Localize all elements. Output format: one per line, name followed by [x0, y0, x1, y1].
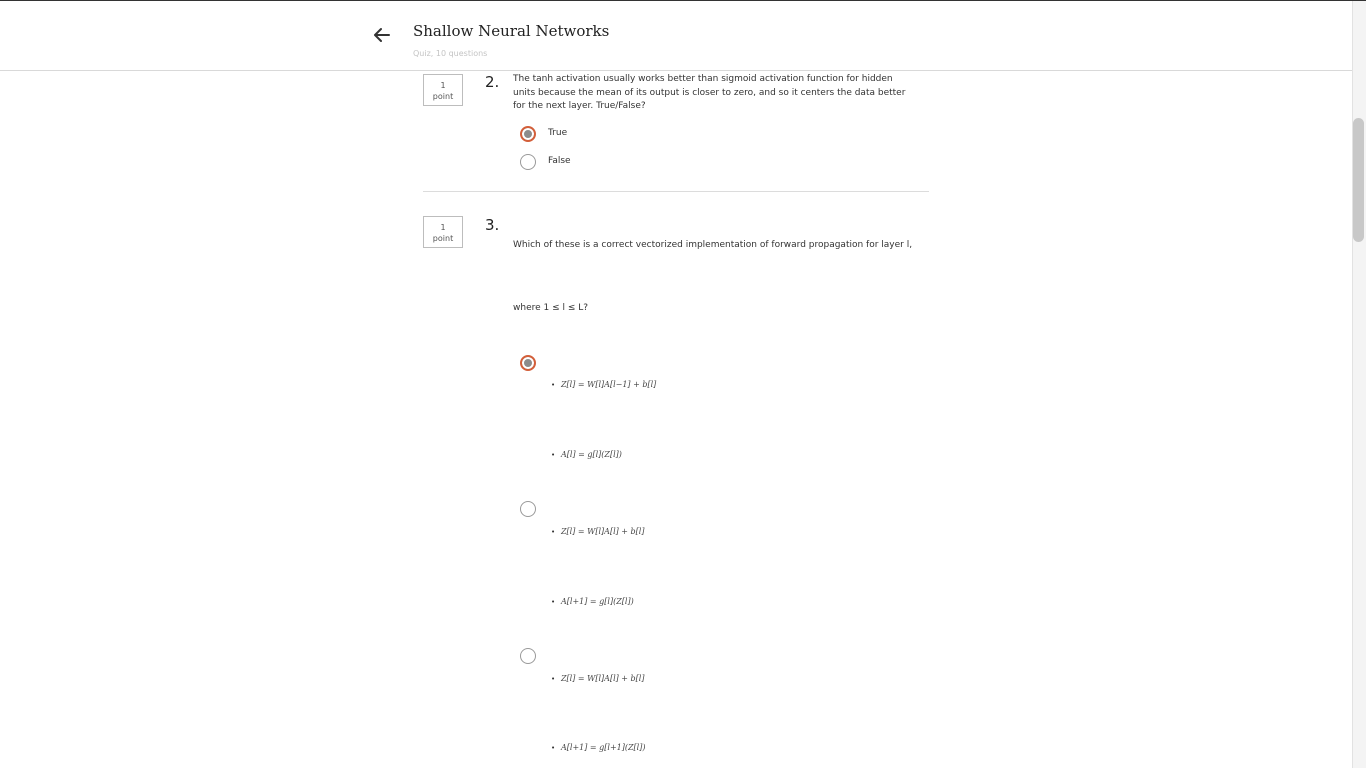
- q3-option-c-equation-1: Z[l] = W[l]A[l] + b[l]: [561, 674, 645, 683]
- q3-option-a-equation-1: Z[l] = W[l]A[l−1] + b[l]: [561, 380, 657, 389]
- points-value: 1: [440, 223, 446, 232]
- q3-option-c-equation-2: A[l+1] = g[l+1](Z[l]): [561, 743, 646, 752]
- bullet-icon: •: [551, 675, 556, 683]
- page-subtitle: Quiz, 10 questions: [413, 49, 488, 58]
- bullet-icon: •: [551, 451, 556, 459]
- back-arrow-icon[interactable]: [370, 23, 394, 47]
- q2-option-true-radio[interactable]: [520, 126, 536, 142]
- bullet-icon: •: [551, 598, 556, 606]
- q2-option-false-radio[interactable]: [520, 154, 536, 170]
- question-3-points-box: 1 point: [423, 216, 463, 248]
- q3-option-c-radio[interactable]: [520, 648, 536, 664]
- points-label: point: [432, 92, 454, 101]
- q3-option-b-equation-2: A[l+1] = g[l](Z[l]): [561, 597, 634, 606]
- points-label: point: [432, 234, 454, 243]
- bullet-icon: •: [551, 381, 556, 389]
- q3-option-a-radio[interactable]: [520, 355, 536, 371]
- vertical-scrollbar[interactable]: [1352, 1, 1366, 768]
- bullet-icon: •: [551, 744, 556, 752]
- question-2-text: The tanh activation usually works better…: [513, 74, 906, 111]
- q2-option-false-label[interactable]: False: [548, 156, 571, 166]
- question-3-text: Which of these is a correct vectorized i…: [513, 240, 913, 250]
- q3-option-b-radio[interactable]: [520, 501, 536, 517]
- q3-option-b-equation-1: Z[l] = W[l]A[l] + b[l]: [561, 527, 645, 536]
- points-value: 1: [440, 81, 446, 90]
- question-divider: [423, 191, 929, 192]
- question-2-number: 2.: [485, 73, 500, 91]
- question-2-points-box: 1 point: [423, 74, 463, 106]
- q3-option-a-equation-2: A[l] = g[l](Z[l]): [561, 450, 622, 459]
- q2-option-true-label[interactable]: True: [548, 128, 567, 138]
- page-title: Shallow Neural Networks: [413, 22, 610, 40]
- scrollbar-thumb[interactable]: [1353, 118, 1364, 242]
- bullet-icon: •: [551, 528, 556, 536]
- question-3-text-condition: where 1 ≤ l ≤ L?: [513, 303, 589, 313]
- quiz-header: Shallow Neural Networks Quiz, 10 questio…: [0, 1, 1352, 71]
- question-3-number: 3.: [485, 216, 500, 234]
